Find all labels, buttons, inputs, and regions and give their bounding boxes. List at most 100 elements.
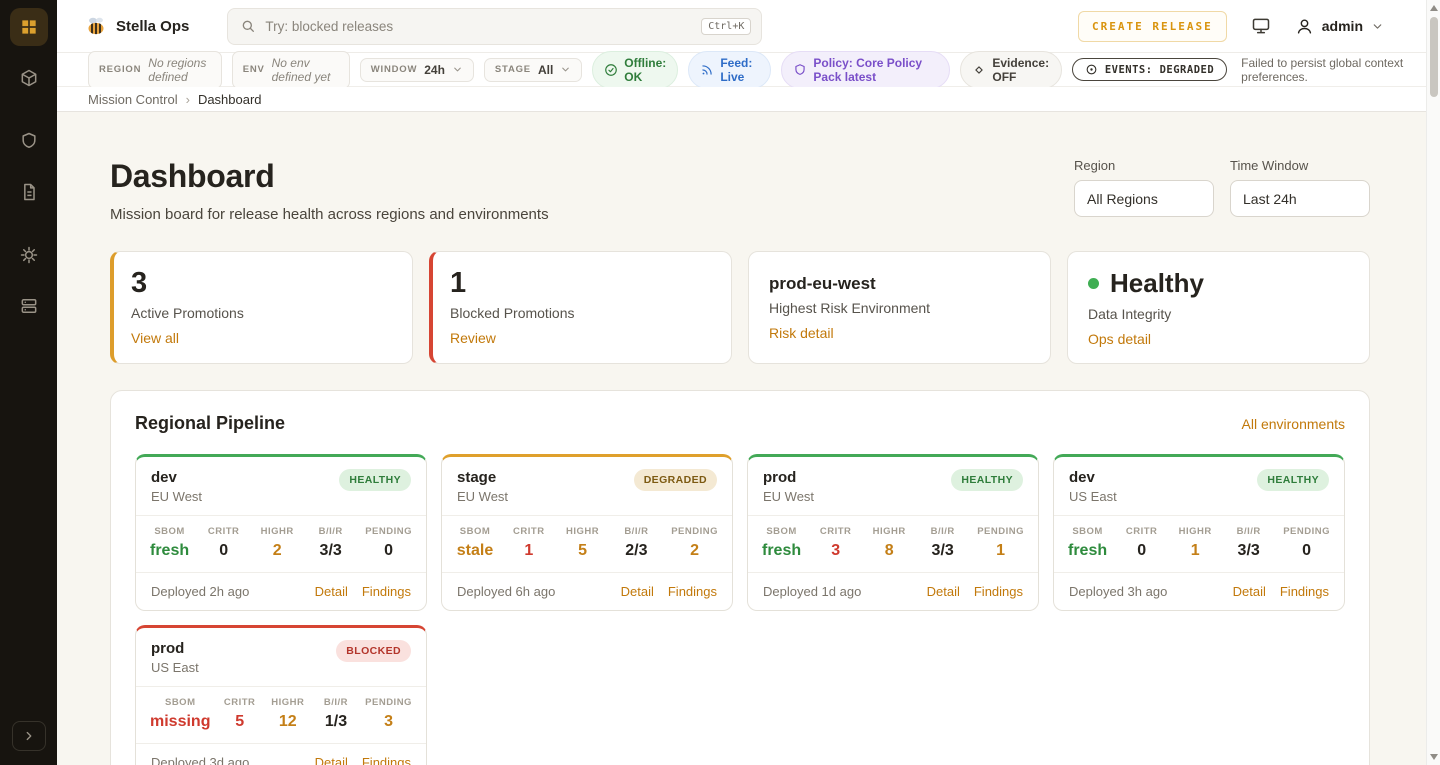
pipeline-card-foot: Deployed 3d ago Detail Findings (136, 743, 426, 765)
sidebar-item-releases[interactable] (10, 59, 48, 97)
region-select[interactable]: All Regions (1074, 180, 1214, 217)
breadcrumb-mission-control[interactable]: Mission Control (88, 92, 178, 107)
environment-name: dev (1069, 469, 1117, 486)
pipeline-card-head: dev US East HEALTHY (1054, 457, 1344, 515)
stat-highr: HIGHR 2 (258, 526, 296, 560)
search-input[interactable] (265, 19, 692, 34)
critr-value: 0 (205, 542, 243, 560)
chevron-down-icon (560, 64, 571, 75)
window-filter-chip[interactable]: WINDOW 24h (360, 58, 474, 82)
sidebar-item-policy[interactable] (10, 122, 48, 160)
sbom-value: fresh (1068, 542, 1107, 560)
environment-name: stage (457, 469, 508, 486)
env-filter-chip[interactable]: ENV No env defined yet (232, 51, 350, 89)
breadcrumb-separator-icon: › (186, 92, 190, 107)
critr-label: CRITR (205, 526, 243, 537)
critr-label: CRITR (817, 526, 855, 537)
highest-risk-label: Highest Risk Environment (769, 300, 1030, 316)
highr-value: 8 (870, 542, 908, 560)
stat-critr: CRITR 0 (205, 526, 243, 560)
pipeline-card-foot: Deployed 1d ago Detail Findings (748, 572, 1038, 610)
deployed-text: Deployed 2h ago (151, 584, 249, 599)
findings-link[interactable]: Findings (362, 584, 411, 599)
display-mode-button[interactable] (1251, 16, 1271, 36)
region-filter-chip[interactable]: REGION No regions defined (88, 51, 222, 89)
all-environments-link[interactable]: All environments (1242, 416, 1346, 432)
stat-critr: CRITR 1 (510, 526, 548, 560)
active-promotions-value: 3 (131, 268, 392, 298)
sidebar-item-dashboard[interactable] (10, 8, 48, 46)
risk-detail-link[interactable]: Risk detail (769, 325, 834, 341)
bir-label: B/I/R (1230, 526, 1268, 537)
sbom-label: SBOM (1068, 526, 1107, 537)
detail-link[interactable]: Detail (315, 755, 348, 765)
offline-status-chip[interactable]: Offline: OK (592, 51, 678, 89)
card-links: Detail Findings (621, 584, 717, 599)
time-window-filter-group: Time Window Last 24h (1230, 158, 1370, 217)
pipeline-card: prod EU West HEALTHY SBOM fresh CRIT (747, 454, 1039, 611)
blocked-promotions-value: 1 (450, 268, 711, 298)
evidence-status-chip[interactable]: Evidence: OFF (960, 51, 1061, 89)
scrollbar-up-arrow-icon[interactable] (1430, 5, 1438, 11)
region-filter-label: Region (1074, 158, 1214, 173)
stat-pending: PENDING 0 (1283, 526, 1330, 560)
pipeline-card-head: prod EU West HEALTHY (748, 457, 1038, 515)
stage-filter-chip[interactable]: STAGE All (484, 58, 582, 82)
status-badge: BLOCKED (336, 640, 411, 662)
sidebar-expand-button[interactable] (12, 721, 46, 751)
findings-link[interactable]: Findings (668, 584, 717, 599)
target-icon (1085, 63, 1098, 76)
pipeline-card: stage EU West DEGRADED SBOM stale CR (441, 454, 733, 611)
policy-status-chip[interactable]: Policy: Core Policy Pack latest (781, 51, 950, 89)
stat-highr: HIGHR 5 (564, 526, 602, 560)
chevron-right-icon (22, 729, 36, 743)
global-search[interactable]: Ctrl+K (227, 8, 762, 45)
sidebar-item-settings[interactable] (10, 236, 48, 274)
bir-label: B/I/R (317, 697, 355, 708)
environment-region: US East (1069, 489, 1117, 504)
time-window-select[interactable]: Last 24h (1230, 180, 1370, 217)
environment-region: US East (151, 660, 199, 675)
window-chip-label: WINDOW (371, 64, 417, 75)
sidebar-item-documents[interactable] (10, 173, 48, 211)
create-release-button[interactable]: CREATE RELEASE (1078, 11, 1227, 42)
events-status-pill[interactable]: EVENTS: DEGRADED (1072, 58, 1227, 81)
review-link[interactable]: Review (450, 330, 496, 346)
time-window-filter-label: Time Window (1230, 158, 1370, 173)
shield-icon (793, 63, 807, 77)
feed-status-chip[interactable]: Feed: Live (688, 51, 771, 89)
ops-detail-link[interactable]: Ops detail (1088, 331, 1151, 347)
bir-value: 3/3 (1230, 542, 1268, 560)
pipeline-card-stats: SBOM stale CRITR 1 HIGHR 5 (442, 515, 732, 572)
bir-value: 2/3 (617, 542, 655, 560)
pending-value: 3 (365, 713, 412, 731)
detail-link[interactable]: Detail (315, 584, 348, 599)
sidebar-item-infrastructure[interactable] (10, 287, 48, 325)
user-menu[interactable]: admin (1295, 17, 1384, 36)
findings-link[interactable]: Findings (974, 584, 1023, 599)
detail-link[interactable]: Detail (621, 584, 654, 599)
scrollbar-down-arrow-icon[interactable] (1430, 754, 1438, 760)
rss-icon (700, 63, 714, 77)
deployed-text: Deployed 1d ago (763, 584, 861, 599)
sbom-label: SBOM (762, 526, 801, 537)
detail-link[interactable]: Detail (927, 584, 960, 599)
pending-label: PENDING (365, 697, 412, 708)
sidebar (0, 0, 57, 765)
evidence-status-text: Evidence: OFF (992, 56, 1049, 84)
top-bar: Stella Ops Ctrl+K CREATE RELEASE (57, 0, 1426, 53)
findings-link[interactable]: Findings (362, 755, 411, 765)
page-scrollbar[interactable] (1426, 0, 1440, 765)
stat-critr: CRITR 0 (1123, 526, 1161, 560)
stat-bir: B/I/R 3/3 (1230, 526, 1268, 560)
view-all-link[interactable]: View all (131, 330, 179, 346)
search-shortcut-hint: Ctrl+K (701, 18, 751, 35)
breadcrumb: Mission Control › Dashboard (57, 87, 1426, 112)
pipeline-card-stats: SBOM fresh CRITR 3 HIGHR 8 (748, 515, 1038, 572)
pipeline-card-foot: Deployed 2h ago Detail Findings (136, 572, 426, 610)
findings-link[interactable]: Findings (1280, 584, 1329, 599)
scrollbar-thumb[interactable] (1430, 17, 1438, 97)
critr-label: CRITR (510, 526, 548, 537)
detail-link[interactable]: Detail (1233, 584, 1266, 599)
stat-pending: PENDING 3 (365, 697, 412, 731)
